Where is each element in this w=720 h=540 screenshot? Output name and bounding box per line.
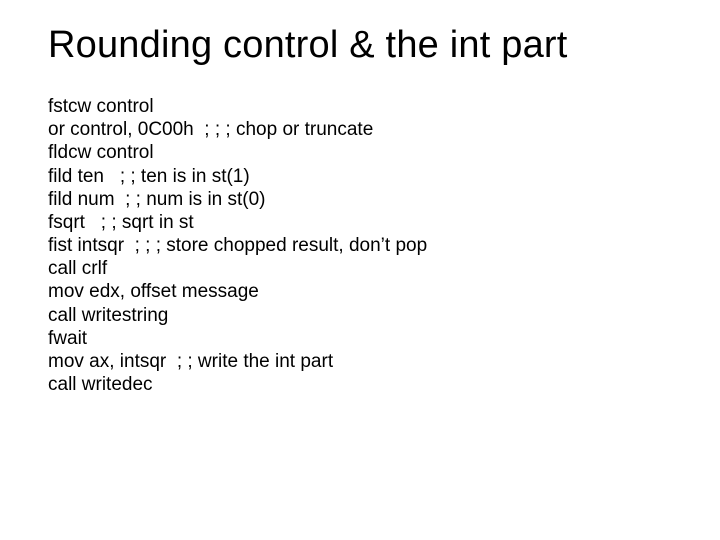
code-block: fstcw control or control, 0C00h ; ; ; ch… <box>48 95 672 396</box>
slide-title: Rounding control & the int part <box>48 24 672 67</box>
slide: Rounding control & the int part fstcw co… <box>0 0 720 540</box>
